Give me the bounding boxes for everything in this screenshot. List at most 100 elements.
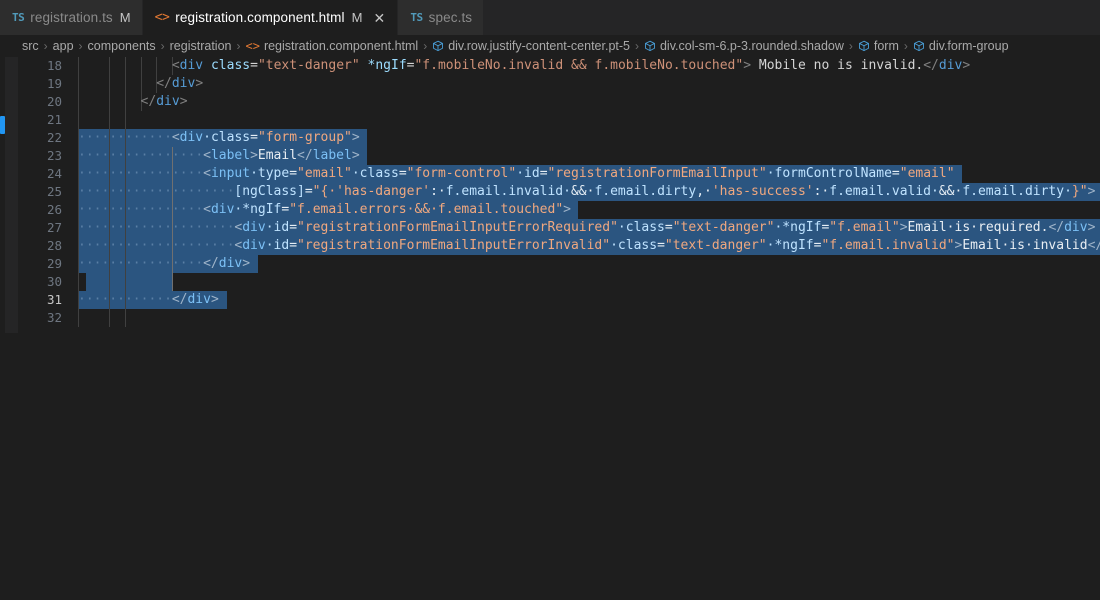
code-token: ·id — [516, 166, 540, 181]
code-line[interactable]: 30 — [0, 273, 1100, 291]
indent-guide — [109, 57, 111, 75]
breadcrumb-item-0[interactable]: src — [22, 39, 39, 53]
symbol-cube-icon — [858, 40, 870, 52]
code-token: > — [195, 76, 204, 91]
breadcrumb-label: src — [22, 39, 39, 53]
code-token: &&· — [570, 184, 595, 199]
code-token: < — [203, 166, 211, 181]
code-token: </ — [140, 94, 157, 109]
breadcrumb-label: registration.component.html — [263, 39, 419, 53]
code-line[interactable]: 20 </div> — [0, 93, 1100, 111]
code-token: "email" — [899, 166, 955, 181]
code-token: </ — [923, 58, 939, 73]
breadcrumb-item-3[interactable]: registration — [170, 39, 232, 53]
code-token: "registrationFormEmailInput" — [547, 166, 767, 181]
line-number: 28 — [46, 238, 62, 253]
whitespace-indicator: ················ — [78, 202, 204, 217]
code-token: "text-danger" — [664, 238, 767, 253]
line-number: 18 — [46, 58, 62, 73]
code-token: f.email.valid· — [829, 184, 939, 199]
editor-tab-0[interactable]: TS registration.ts M — [0, 0, 143, 35]
breadcrumb-label: div.row.justify-content-center.pt-5 — [448, 39, 630, 53]
breadcrumb-item-8[interactable]: div.form-group — [913, 39, 1009, 53]
code-token: = — [657, 238, 665, 253]
breadcrumb-label: div.form-group — [928, 39, 1009, 53]
code-token: :· — [430, 184, 446, 199]
code-token: ·class — [610, 238, 658, 253]
code-text: </div> — [141, 93, 188, 111]
code-token: = — [539, 166, 548, 181]
breadcrumb-item-1[interactable]: app — [53, 39, 74, 53]
code-token: }" — [1071, 184, 1088, 199]
code-token: = — [250, 130, 258, 145]
code-line[interactable]: 24 ················ <input·type="email"·cl… — [0, 165, 1100, 183]
code-token: > — [899, 220, 908, 235]
code-token: ·id — [265, 220, 290, 235]
code-token: f.email.dirty· — [962, 184, 1072, 199]
typescript-icon: TS — [410, 11, 423, 24]
code-token: "f.email" — [829, 220, 900, 235]
whitespace-indicator: ············ — [78, 130, 172, 145]
code-line[interactable]: 23 ················ <label>Email</label> — [0, 147, 1100, 165]
code-line[interactable]: 25 ···················· [ngClass]="{·'has-… — [0, 183, 1100, 201]
line-number: 24 — [46, 166, 62, 181]
code-line[interactable]: 18 <div class="text-danger" *ngIf="f.mobi… — [0, 57, 1100, 75]
breadcrumb-item-2[interactable]: components — [88, 39, 156, 53]
breadcrumb-separator: › — [160, 39, 165, 53]
breadcrumb-item-4[interactable]: <> registration.component.html — [245, 39, 418, 53]
breadcrumb-item-5[interactable]: div.row.justify-content-center.pt-5 — [432, 39, 630, 53]
breadcrumb-item-6[interactable]: div.col-sm-6.p-3.rounded.shadow — [644, 39, 844, 53]
code-token: div — [242, 220, 266, 235]
code-text: </div> — [172, 291, 219, 309]
indent-guide — [140, 57, 142, 75]
indent-guide — [109, 75, 111, 93]
code-token: "f.mobileNo.invalid && f.mobileNo.touche… — [414, 58, 744, 73]
code-token: div — [242, 238, 266, 253]
tab-bar-filler — [484, 0, 1100, 35]
line-number: 29 — [46, 256, 62, 271]
code-token: div — [218, 256, 243, 271]
indent-guide — [78, 93, 79, 111]
code-token: 'has-success' — [711, 184, 814, 199]
code-token: div — [179, 58, 204, 73]
indent-guide — [124, 309, 126, 327]
line-number: 23 — [46, 148, 62, 163]
code-line[interactable]: 29 ················ </div> — [0, 255, 1100, 273]
line-number: 30 — [46, 274, 62, 289]
code-token: ·class — [351, 166, 399, 181]
code-token: < — [171, 130, 180, 145]
html-icon: <> — [154, 10, 170, 25]
indent-guide — [78, 273, 79, 291]
code-line[interactable]: 19 </div> — [0, 75, 1100, 93]
code-token: < — [203, 148, 211, 163]
close-icon[interactable]: ✕ — [372, 11, 386, 25]
code-token: = — [289, 166, 298, 181]
breadcrumb: src › app › components › registration › <> regist… — [0, 35, 1100, 57]
editor-empty-area[interactable] — [0, 333, 1100, 600]
indent-guide — [156, 57, 158, 75]
code-token: *ngIf — [359, 58, 407, 73]
code-line[interactable]: 26 ················ <div·*ngIf="f.email.er… — [0, 201, 1100, 219]
code-line[interactable]: 31 ············ </div> — [0, 291, 1100, 309]
code-text: <div·id="registrationFormEmailInputError… — [234, 219, 1095, 237]
breadcrumb-item-7[interactable]: form — [858, 39, 899, 53]
code-editor[interactable]: 18 <div class="text-danger" *ngIf="f.mobi… — [0, 57, 1100, 600]
whitespace-indicator: ···················· — [78, 238, 235, 253]
editor-tab-2[interactable]: TS spec.ts — [398, 0, 485, 35]
code-token: div — [187, 292, 211, 307]
code-line[interactable]: 27 ···················· <div·id="registrat… — [0, 219, 1100, 237]
symbol-cube-icon — [644, 40, 656, 52]
code-line[interactable]: 28 ···················· <div·id="registrat… — [0, 237, 1100, 255]
breadcrumb-separator: › — [43, 39, 48, 53]
code-line[interactable]: 22 ············ <div·class="form-group"> — [0, 129, 1100, 147]
code-token: Email — [257, 148, 298, 163]
code-line[interactable]: 21 — [0, 111, 1100, 129]
editor-lines[interactable]: 18 <div class="text-danger" *ngIf="f.mobi… — [0, 57, 1100, 327]
code-line[interactable]: 32 — [0, 309, 1100, 327]
code-token: = — [250, 58, 258, 73]
breadcrumb-separator: › — [848, 39, 853, 53]
breadcrumb-separator: › — [423, 39, 428, 53]
editor-tab-1[interactable]: <> registration.component.html M ✕ — [142, 0, 399, 35]
code-text: <label>Email</label> — [203, 147, 360, 165]
breadcrumb-label: div.col-sm-6.p-3.rounded.shadow — [659, 39, 844, 53]
